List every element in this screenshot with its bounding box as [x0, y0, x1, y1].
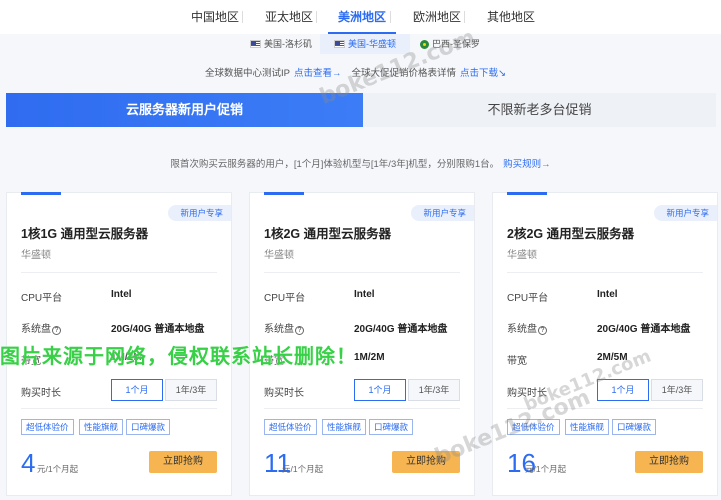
card-accent-bar [507, 192, 547, 195]
duration-1-month[interactable]: 1个月 [354, 379, 406, 401]
test-ip-link[interactable]: 点击查看→ [294, 68, 342, 79]
product-card: 新用户专享 2核2G 通用型云服务器 华盛顿 CPU平台 Intel 系统盘? … [492, 192, 718, 496]
card-location: 华盛顿 [264, 250, 294, 261]
price-unit: 元/1个月起 [525, 464, 567, 474]
duration-1-3-year[interactable]: 1年/3年 [408, 379, 460, 401]
cpu-label: CPU平台 [507, 293, 549, 304]
city-label: 美国-洛杉矶 [264, 39, 312, 49]
disk-label-wrap: 系统盘? [507, 320, 547, 335]
tag: 口碑爆款 [126, 419, 171, 435]
card-title: 1核2G 通用型云服务器 [264, 227, 392, 241]
divider [264, 272, 460, 273]
us-flag-icon [250, 40, 261, 48]
tag: 性能旗舰 [322, 419, 367, 435]
divider [21, 408, 217, 409]
help-icon[interactable]: ? [538, 326, 547, 335]
tag: 口碑爆款 [369, 419, 414, 435]
region-tabs: 中国地区 亚太地区 美洲地区 欧洲地区 其他地区 [0, 0, 721, 34]
tab-other[interactable]: 其他地区 [464, 0, 546, 34]
tab-new-user-promo[interactable]: 云服务器新用户促销 [6, 93, 363, 127]
rules-link[interactable]: 购买规则→ [503, 159, 551, 170]
disk-label: 系统盘 [264, 324, 294, 335]
new-user-badge: 新用户专享 [411, 205, 474, 221]
divider [507, 272, 703, 273]
cpu-value: Intel [354, 289, 375, 300]
disk-value: 20G/40G 普通本地盘 [354, 324, 448, 335]
help-icon[interactable]: ? [295, 326, 304, 335]
tag: 口碑爆款 [612, 419, 657, 435]
us-flag-icon [334, 40, 345, 48]
price: 4 [21, 448, 36, 478]
card-location: 华盛顿 [507, 250, 537, 261]
card-accent-bar [21, 192, 61, 195]
cpu-value: Intel [597, 289, 618, 300]
tab-multi-promo[interactable]: 不限新老多台促销 [363, 93, 716, 127]
price-unit: 元/1个月起 [282, 464, 324, 474]
city-label: 美国-华盛顿 [348, 39, 396, 49]
disk-label-wrap: 系统盘? [21, 320, 61, 335]
overlay-note: 图片来源于网络，侵权联系站长删除！ [0, 346, 357, 368]
tag: 性能旗舰 [79, 419, 124, 435]
price-unit: 元/1个月起 [37, 464, 79, 474]
duration-label: 购买时长 [264, 388, 304, 399]
help-icon[interactable]: ? [52, 326, 61, 335]
card-accent-bar [264, 192, 304, 195]
duration-1-3-year[interactable]: 1年/3年 [651, 379, 703, 401]
duration-label: 购买时长 [21, 388, 61, 399]
divider [264, 408, 460, 409]
rules-text: 限首次购买云服务器的用户，[1个月]体验机型与[1年/3年]机型，分别限购1台。 [170, 159, 500, 170]
bandwidth-label: 带宽 [507, 356, 527, 367]
disk-value: 20G/40G 普通本地盘 [597, 324, 691, 335]
disk-label: 系统盘 [507, 324, 537, 335]
card-title: 1核1G 通用型云服务器 [21, 227, 149, 241]
tag: 超低体验价 [21, 419, 74, 435]
price-table-link[interactable]: 点击下载↘ [460, 68, 506, 79]
duration-1-3-year[interactable]: 1年/3年 [165, 379, 217, 401]
rules-line: 限首次购买云服务器的用户，[1个月]体验机型与[1年/3年]机型，分别限购1台。… [0, 156, 721, 170]
tab-americas[interactable]: 美洲地区 [316, 0, 396, 34]
tab-china[interactable]: 中国地区 [180, 0, 250, 34]
city-los-angeles[interactable]: 美国-洛杉矶 [246, 34, 326, 54]
tag: 性能旗舰 [565, 419, 610, 435]
cpu-value: Intel [111, 289, 132, 300]
disk-label: 系统盘 [21, 324, 51, 335]
card-location: 华盛顿 [21, 250, 51, 261]
new-user-badge: 新用户专享 [654, 205, 717, 221]
tab-asia-pacific[interactable]: 亚太地区 [242, 0, 324, 34]
cpu-label: CPU平台 [21, 293, 63, 304]
card-title: 2核2G 通用型云服务器 [507, 227, 635, 241]
buy-now-button[interactable]: 立即抢购 [149, 451, 217, 473]
tag: 超低体验价 [264, 419, 317, 435]
new-user-badge: 新用户专享 [168, 205, 231, 221]
duration-1-month[interactable]: 1个月 [111, 379, 163, 401]
test-ip-text: 全球数据中心测试IP [205, 68, 290, 79]
disk-label-wrap: 系统盘? [264, 320, 304, 335]
disk-value: 20G/40G 普通本地盘 [111, 324, 205, 335]
cpu-label: CPU平台 [264, 293, 306, 304]
city-washington[interactable]: 美国-华盛顿 [320, 34, 410, 54]
buy-now-button[interactable]: 立即抢购 [635, 451, 703, 473]
divider [21, 272, 217, 273]
promo-tabs: 云服务器新用户促销 不限新老多台促销 [6, 93, 716, 127]
